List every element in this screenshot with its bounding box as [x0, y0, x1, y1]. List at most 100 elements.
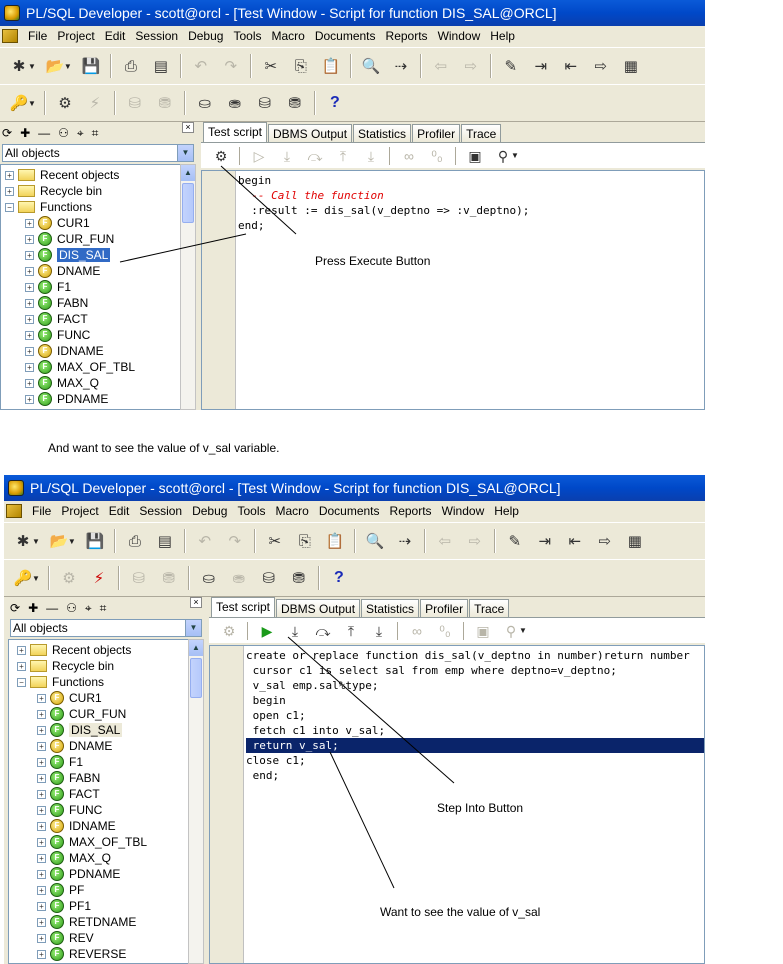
run-icon[interactable]: ▷	[248, 145, 270, 167]
redo-icon[interactable]: ↷	[220, 55, 242, 77]
execute-gear-icon[interactable]: ⚙	[54, 92, 76, 114]
chevron-down-icon[interactable]: ▼	[28, 62, 36, 71]
tab-test-script[interactable]: Test script	[203, 122, 268, 142]
run-to-exception-icon[interactable]: ⤓	[368, 620, 390, 642]
chevron-down-icon[interactable]: ▼	[185, 620, 201, 636]
expand-icon[interactable]: +	[37, 949, 46, 959]
watch-icon[interactable]: ∞	[406, 620, 428, 642]
replace-icon[interactable]: ⇢	[390, 55, 412, 77]
menu-documents[interactable]: Documents	[311, 29, 382, 43]
print-preview-icon[interactable]: ▤	[150, 55, 172, 77]
expand-icon[interactable]: +	[37, 917, 46, 927]
expand-icon[interactable]: +	[37, 693, 46, 703]
tree-item-function[interactable]: + F REV	[9, 930, 189, 946]
tree-item-function[interactable]: + F PDNAME	[1, 391, 181, 407]
undo-icon[interactable]: ↶	[194, 530, 216, 552]
monitor-icon[interactable]: ▣	[464, 145, 486, 167]
step-into-icon[interactable]: ⤓	[284, 620, 306, 642]
tree-item-function[interactable]: + F DIS_SAL	[1, 247, 181, 263]
sql-window-icon[interactable]: ⛀	[194, 92, 216, 114]
expand-icon[interactable]: +	[37, 885, 46, 895]
tree-item-function[interactable]: + F MAX_Q	[1, 375, 181, 391]
filter-edit-icon[interactable]: ⌗	[100, 601, 107, 616]
expand-icon[interactable]: +	[37, 933, 46, 943]
menu-project[interactable]: Project	[53, 29, 100, 43]
step-into-icon[interactable]: ⤓	[276, 145, 298, 167]
key-icon[interactable]: 🔑	[12, 567, 34, 589]
expand-icon[interactable]: +	[37, 773, 46, 783]
watch-icon[interactable]: ∞	[398, 145, 420, 167]
menu-window[interactable]: Window	[434, 29, 487, 43]
tab-statistics[interactable]: Statistics	[353, 124, 412, 142]
tree-item-function[interactable]: + F FABN	[1, 295, 181, 311]
print-preview-icon[interactable]: ▤	[154, 530, 176, 552]
step-over-icon[interactable]: ⤼	[304, 145, 326, 167]
commit-icon[interactable]: ⛁	[124, 92, 146, 114]
explain-plan-icon[interactable]: ⛁	[258, 567, 280, 589]
code-editor[interactable]: begin -- Call the function :result := di…	[201, 170, 705, 410]
expand-icon[interactable]: +	[17, 661, 26, 671]
chevron-down-icon[interactable]: ▼	[511, 151, 519, 160]
execute-gear-icon[interactable]: ⚙	[210, 145, 232, 167]
window-list-icon[interactable]: ▦	[624, 530, 646, 552]
expand-icon[interactable]: +	[25, 346, 34, 356]
tree-item-function[interactable]: + F CUR_FUN	[9, 706, 189, 722]
tree-item-function[interactable]: + F IDNAME	[1, 343, 181, 359]
expand-icon[interactable]: +	[37, 853, 46, 863]
tab-dbms-output[interactable]: DBMS Output	[276, 599, 361, 617]
help-icon[interactable]: ?	[328, 567, 350, 589]
monitor-icon[interactable]: ▣	[472, 620, 494, 642]
refresh-icon[interactable]: ⟳	[10, 601, 20, 615]
tree-item-function[interactable]: + F PF	[9, 882, 189, 898]
variable-icon[interactable]: ⁰₀	[426, 145, 448, 167]
tree-item-function[interactable]: + F DIS_SAL	[9, 722, 189, 738]
binoculars-icon[interactable]: ⚇	[58, 126, 69, 140]
close-icon[interactable]: ×	[182, 122, 194, 133]
break-icon[interactable]: ⚡	[84, 92, 106, 114]
key-icon[interactable]: 🔑	[8, 92, 30, 114]
tree-item-function[interactable]: + F REVERSE	[9, 946, 189, 962]
copy-icon[interactable]: ⎘	[294, 530, 316, 552]
code-area[interactable]: create or replace function dis_sal(v_dep…	[246, 648, 704, 783]
new-icon[interactable]: ✱	[8, 55, 30, 77]
object-filter-select[interactable]: All objects ▼	[10, 619, 202, 637]
command-window-icon[interactable]: ⛂	[224, 92, 246, 114]
open-folder-icon[interactable]: 📂	[48, 530, 70, 552]
tree-scrollbar[interactable]: ▲	[188, 639, 204, 964]
menu-macro[interactable]: Macro	[271, 504, 314, 518]
tab-profiler[interactable]: Profiler	[420, 599, 469, 617]
tree-item-function[interactable]: + F MAX_OF_TBL	[1, 359, 181, 375]
collapse-icon[interactable]: −	[17, 677, 26, 687]
menu-help[interactable]: Help	[486, 29, 521, 43]
sql-window-icon[interactable]: ⛀	[198, 567, 220, 589]
filter-icon[interactable]: ⌖	[85, 601, 92, 616]
menu-project[interactable]: Project	[57, 504, 104, 518]
expand-icon[interactable]: +	[37, 805, 46, 815]
expand-icon[interactable]: +	[37, 869, 46, 879]
tree-item-function[interactable]: + F CUR1	[1, 215, 181, 231]
expand-icon[interactable]: +	[37, 757, 46, 767]
back-icon[interactable]: ⇦	[430, 55, 452, 77]
chevron-down-icon[interactable]: ▼	[177, 145, 193, 161]
document-edit-icon[interactable]: ✎	[504, 530, 526, 552]
tree-folder-recent[interactable]: + Recent objects	[9, 642, 189, 658]
tab-statistics[interactable]: Statistics	[361, 599, 420, 617]
menu-help[interactable]: Help	[490, 504, 525, 518]
open-folder-icon[interactable]: 📂	[44, 55, 66, 77]
expand-icon[interactable]: +	[25, 362, 34, 372]
indent-icon[interactable]: ⇥	[534, 530, 556, 552]
chevron-down-icon[interactable]: ▼	[32, 537, 40, 546]
expand-icon[interactable]: +	[5, 186, 14, 196]
query-builder-icon[interactable]: ⛃	[288, 567, 310, 589]
code-area[interactable]: begin -- Call the function :result := di…	[238, 173, 704, 233]
menu-session[interactable]: Session	[135, 504, 188, 518]
paste-icon[interactable]: 📋	[320, 55, 342, 77]
menu-edit[interactable]: Edit	[105, 504, 136, 518]
save-icon[interactable]: 💾	[80, 55, 102, 77]
scroll-thumb[interactable]	[190, 658, 202, 698]
menu-edit[interactable]: Edit	[101, 29, 132, 43]
tab-dbms-output[interactable]: DBMS Output	[268, 124, 353, 142]
variable-icon[interactable]: ⁰₀	[434, 620, 456, 642]
document-icon[interactable]	[2, 29, 18, 43]
expand-icon[interactable]: +	[25, 330, 34, 340]
